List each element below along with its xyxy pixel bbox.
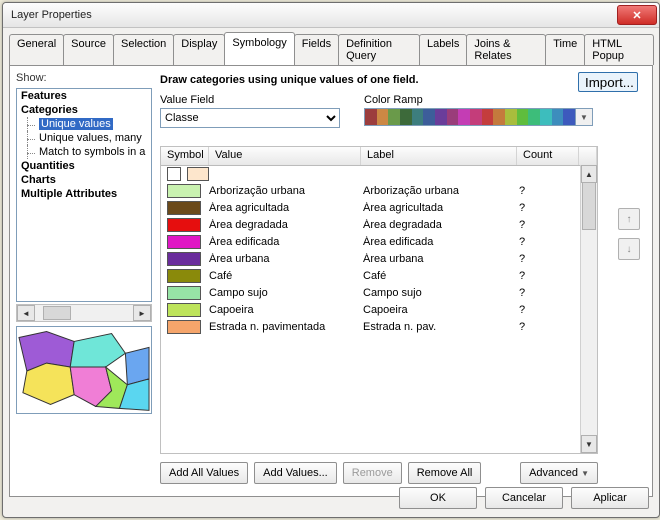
tab-joins-relates[interactable]: Joins & Relates	[466, 34, 546, 65]
layer-properties-dialog: Layer Properties ✕ GeneralSourceSelectio…	[2, 2, 660, 518]
remove-all-button[interactable]: Remove All	[408, 462, 482, 484]
table-row[interactable]: Arborização urbanaArborização urbana?	[161, 182, 581, 199]
description-text: Draw categories using unique values of o…	[160, 70, 646, 90]
table-row[interactable]: Estrada n. pavimentadaEstrada n. pav.?	[161, 318, 581, 335]
tree-horizontal-scrollbar[interactable]: ◄ ►	[16, 304, 152, 322]
value-field-label: Value Field	[160, 94, 340, 106]
table-row[interactable]: Área urbanaÁrea urbana?	[161, 250, 581, 267]
scroll-down-icon[interactable]: ▼	[581, 435, 597, 453]
arrow-down-icon: ↓	[627, 244, 632, 255]
ok-button[interactable]: OK	[399, 487, 477, 509]
import-button[interactable]: Import...	[578, 72, 638, 92]
tree-features[interactable]: Features	[17, 89, 151, 103]
left-pane: Features Categories Unique valuesUnique …	[16, 88, 152, 414]
table-row[interactable]: CaféCafé?	[161, 267, 581, 284]
tab-body-symbology: Show: Features Categories Unique valuesU…	[9, 65, 653, 497]
tab-display[interactable]: Display	[173, 34, 225, 65]
show-tree[interactable]: Features Categories Unique valuesUnique …	[16, 88, 152, 302]
apply-button[interactable]: Aplicar	[571, 487, 649, 509]
tab-definition-query[interactable]: Definition Query	[338, 34, 420, 65]
tab-source[interactable]: Source	[63, 34, 114, 65]
symbol-swatch[interactable]	[167, 252, 201, 266]
symbol-swatch[interactable]	[167, 269, 201, 283]
table-row-all-other[interactable]	[161, 165, 581, 182]
cancel-button[interactable]: Cancelar	[485, 487, 563, 509]
tab-html-popup[interactable]: HTML Popup	[584, 34, 654, 65]
titlebar[interactable]: Layer Properties ✕	[3, 3, 659, 28]
grid-header[interactable]: Symbol Value Label Count	[161, 147, 597, 166]
table-row[interactable]: Área edificadaÁrea edificada?	[161, 233, 581, 250]
remove-button[interactable]: Remove	[343, 462, 402, 484]
move-down-button[interactable]: ↓	[618, 238, 640, 260]
symbol-grid: Symbol Value Label Count Arborização urb…	[160, 146, 598, 454]
tab-time[interactable]: Time	[545, 34, 585, 65]
tab-general[interactable]: General	[9, 34, 64, 65]
col-value[interactable]: Value	[209, 147, 361, 165]
symbol-swatch[interactable]	[167, 218, 201, 232]
advanced-button[interactable]: Advanced ▼	[520, 462, 598, 484]
right-pane: Draw categories using unique values of o…	[160, 70, 646, 490]
scroll-thumb[interactable]	[43, 306, 71, 320]
table-row[interactable]: CapoeiraCapoeira?	[161, 301, 581, 318]
tab-selection[interactable]: Selection	[113, 34, 174, 65]
table-row[interactable]: Área agricultadaÁrea agricultada?	[161, 199, 581, 216]
close-icon: ✕	[632, 9, 641, 22]
col-count[interactable]: Count	[517, 147, 579, 165]
tree-categories[interactable]: Categories	[17, 103, 151, 117]
add-values-button[interactable]: Add Values...	[254, 462, 337, 484]
arrow-up-icon: ↑	[627, 214, 632, 225]
chevron-down-icon: ▼	[581, 469, 589, 478]
scroll-left-icon[interactable]: ◄	[17, 305, 35, 321]
table-row[interactable]: Área degradadaÁrea degradada?	[161, 216, 581, 233]
symbol-swatch[interactable]	[167, 303, 201, 317]
color-ramp-dropdown[interactable]: ▼	[576, 108, 593, 126]
tab-fields[interactable]: Fields	[294, 34, 339, 65]
tree-item[interactable]: Unique values, many	[17, 131, 151, 145]
move-up-button[interactable]: ↑	[618, 208, 640, 230]
color-ramp-label: Color Ramp	[364, 94, 593, 106]
col-symbol[interactable]: Symbol	[161, 147, 209, 165]
grid-body[interactable]: Arborização urbanaArborização urbana?Áre…	[161, 165, 581, 453]
value-field-select[interactable]: Classe	[160, 108, 340, 128]
symbol-swatch[interactable]	[167, 184, 201, 198]
color-ramp[interactable]	[364, 108, 576, 126]
tree-item[interactable]: Unique values	[17, 117, 151, 131]
scroll-thumb[interactable]	[582, 182, 596, 230]
add-all-values-button[interactable]: Add All Values	[160, 462, 248, 484]
grid-vertical-scrollbar[interactable]: ▲ ▼	[580, 165, 597, 453]
tree-quantities[interactable]: Quantities	[17, 159, 151, 173]
tree-charts[interactable]: Charts	[17, 173, 151, 187]
checkbox[interactable]	[167, 167, 181, 181]
table-row[interactable]: Campo sujoCampo sujo?	[161, 284, 581, 301]
close-button[interactable]: ✕	[617, 5, 657, 25]
symbol-swatch[interactable]	[167, 286, 201, 300]
tab-symbology[interactable]: Symbology	[224, 32, 294, 65]
scroll-right-icon[interactable]: ►	[133, 305, 151, 321]
symbol-swatch[interactable]	[167, 201, 201, 215]
window-title: Layer Properties	[11, 9, 617, 21]
symbol-swatch[interactable]	[187, 167, 209, 181]
symbol-swatch[interactable]	[167, 320, 201, 334]
scroll-up-icon[interactable]: ▲	[581, 165, 597, 183]
chevron-down-icon: ▼	[580, 113, 588, 122]
symbol-swatch[interactable]	[167, 235, 201, 249]
tab-strip: GeneralSourceSelectionDisplaySymbologyFi…	[3, 28, 659, 65]
col-label[interactable]: Label	[361, 147, 517, 165]
symbology-preview-map	[16, 326, 152, 414]
tab-labels[interactable]: Labels	[419, 34, 467, 65]
tree-item[interactable]: Match to symbols in a	[17, 145, 151, 159]
tree-multiple-attributes[interactable]: Multiple Attributes	[17, 187, 151, 201]
